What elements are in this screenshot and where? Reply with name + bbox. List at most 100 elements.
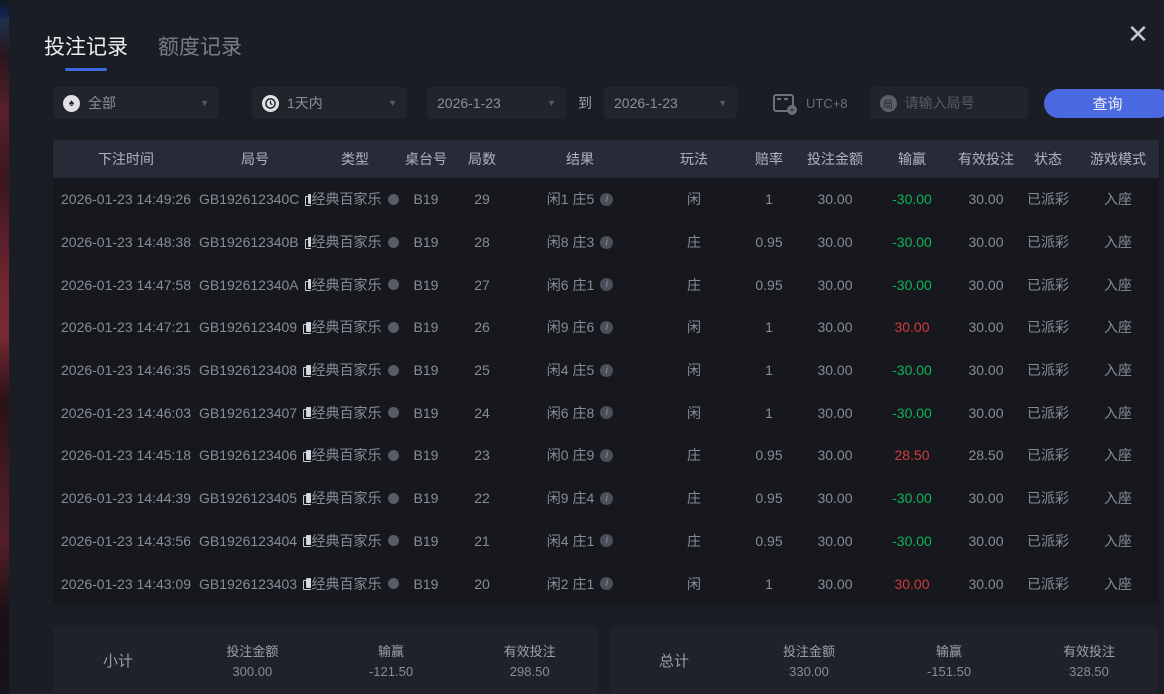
cell-status: 已派彩 [1019,317,1077,337]
tab-bet-records[interactable]: 投注记录 [44,31,128,71]
tab-bet-records-label: 投注记录 [44,31,128,61]
header-game-type: 类型 [311,149,399,169]
round-search-input[interactable] [905,95,1018,111]
cell-valid-bet: 30.00 [953,191,1019,207]
cell-shoe-no: 26 [453,319,511,335]
timezone-label: UTC+8 [806,96,848,111]
close-icon[interactable]: ✕ [1120,16,1156,52]
cell-valid-bet: 30.00 [953,576,1019,592]
cell-bet-time: 2026-01-23 14:49:26 [53,191,199,207]
copy-icon[interactable] [303,493,311,504]
subtotal-label: 小计 [53,650,183,671]
cell-game-type: 经典百家乐 [311,317,399,337]
cell-status: 已派彩 [1019,232,1077,252]
info-icon[interactable]: i [600,321,613,334]
cell-winloss-value: -30.00 [892,490,932,506]
info-icon[interactable]: i [600,449,613,462]
cell-bet-amount: 30.00 [799,490,871,506]
table-row: 2026-01-23 14:47:58 GB192612340A 经典百家乐 B… [53,263,1159,306]
cell-shoe-no: 28 [453,234,511,250]
info-icon[interactable]: i [600,406,613,419]
cell-game-mode: 入座 [1077,360,1159,380]
game-type-badge-icon [388,450,399,461]
cell-shoe-no: 29 [453,191,511,207]
chevron-down-icon: ▼ [200,98,209,108]
cell-result: 闲1 庄5 i [511,189,649,209]
cell-winloss-value: -30.00 [892,191,932,207]
cell-game-type: 经典百家乐 [311,574,399,594]
info-icon[interactable]: i [600,492,613,505]
cell-game-mode: 入座 [1077,403,1159,423]
copy-icon[interactable] [303,535,311,546]
cell-bet-time: 2026-01-23 14:47:21 [53,319,199,335]
date-to-value: 2026-1-23 [614,95,678,111]
cell-winloss: 30.00 [871,576,953,592]
cell-game-mode: 入座 [1077,317,1159,337]
header-shoe-no: 局数 [453,149,511,169]
cell-bet-amount: 30.00 [799,191,871,207]
cell-result: 闲4 庄1 i [511,531,649,551]
game-type-select[interactable]: ♠ 全部 ▼ [53,87,219,119]
info-icon[interactable]: i [600,577,613,590]
date-to-select[interactable]: 2026-1-23 ▼ [604,87,737,119]
cell-winloss: -30.00 [871,362,953,378]
copy-icon[interactable] [303,365,311,376]
header-result: 结果 [511,149,649,169]
cell-round-id: GB1926123405 [199,490,311,506]
cell-odds: 1 [739,576,799,592]
copy-icon[interactable] [303,578,311,589]
calendar-icon[interactable] [773,94,794,112]
copy-icon[interactable] [305,194,311,205]
info-icon[interactable]: i [600,364,613,377]
cell-game-type: 经典百家乐 [311,232,399,252]
cell-table-no: B19 [399,234,453,250]
info-icon[interactable]: i [600,534,613,547]
query-button[interactable]: 查询 [1044,89,1164,118]
cell-table-no: B19 [399,490,453,506]
total-label: 总计 [609,650,739,671]
date-from-select[interactable]: 2026-1-23 ▼ [427,87,566,119]
cell-winloss-value: -30.00 [892,277,932,293]
copy-icon[interactable] [305,237,311,248]
cell-game-type: 经典百家乐 [311,403,399,423]
copy-icon[interactable] [305,279,311,290]
cell-play: 闲 [649,403,739,423]
header-status: 状态 [1019,149,1077,169]
copy-icon[interactable] [303,450,311,461]
total-bet-amount: 投注金额 330.00 [739,641,879,679]
info-icon[interactable]: i [600,193,613,206]
info-icon[interactable]: i [600,236,613,249]
cell-valid-bet: 28.50 [953,447,1019,463]
cell-round-id: GB192612340A [199,277,311,293]
cell-game-type: 经典百家乐 [311,360,399,380]
cell-play: 庄 [649,275,739,295]
header-table-no: 桌台号 [399,149,453,169]
cell-table-no: B19 [399,277,453,293]
info-icon[interactable]: i [600,278,613,291]
cell-valid-bet: 30.00 [953,277,1019,293]
cell-status: 已派彩 [1019,360,1077,380]
chevron-down-icon: ▼ [388,98,397,108]
time-range-select[interactable]: 1天内 ▼ [252,87,407,119]
cell-winloss: -30.00 [871,533,953,549]
cell-winloss-value: -30.00 [892,533,932,549]
tab-quota-records[interactable]: 额度记录 [158,31,242,71]
cell-bet-time: 2026-01-23 14:43:09 [53,576,199,592]
copy-icon[interactable] [303,322,311,333]
cell-play: 闲 [649,189,739,209]
header-odds: 赔率 [739,149,799,169]
copy-icon[interactable] [303,407,311,418]
cell-result: 闲0 庄9 i [511,445,649,465]
cell-game-mode: 入座 [1077,488,1159,508]
table-row: 2026-01-23 14:44:39 GB1926123405 经典百家乐 B… [53,477,1159,520]
game-type-badge-icon [388,493,399,504]
total-winloss: 输赢 -151.50 [879,641,1019,679]
cell-bet-amount: 30.00 [799,319,871,335]
cell-table-no: B19 [399,319,453,335]
cell-game-type: 经典百家乐 [311,445,399,465]
cell-game-mode: 入座 [1077,574,1159,594]
header-winloss: 输赢 [871,149,953,169]
cell-odds: 0.95 [739,447,799,463]
cell-winloss: -30.00 [871,405,953,421]
spade-icon: ♠ [63,95,80,112]
